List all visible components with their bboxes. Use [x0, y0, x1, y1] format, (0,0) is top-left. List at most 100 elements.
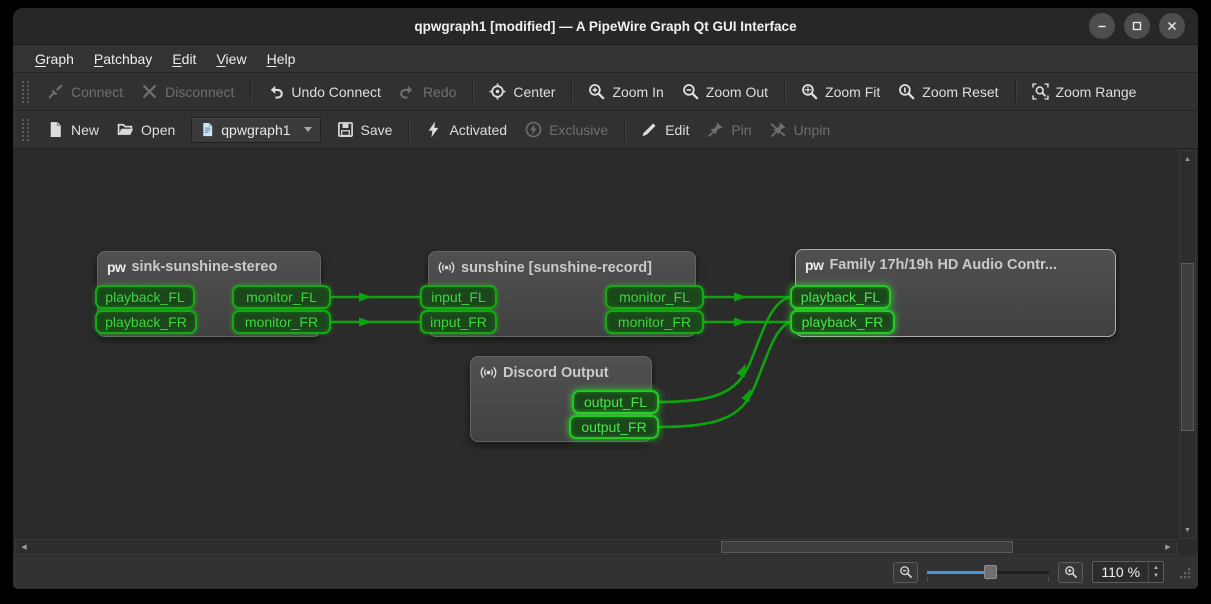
circled-lightning-icon: [525, 121, 542, 138]
open-folder-icon: [117, 121, 134, 138]
pin-icon: [707, 121, 724, 138]
port-sunshine-monitor_FR[interactable]: monitor_FR: [605, 310, 704, 334]
zoom-fit-button[interactable]: Zoom Fit: [792, 77, 889, 106]
new-button[interactable]: New: [38, 115, 108, 144]
connect-icon: [47, 83, 64, 100]
resize-grip[interactable]: [1177, 565, 1192, 580]
pipewire-icon: pw: [107, 259, 125, 275]
port-discord-output_FL[interactable]: output_FL: [572, 390, 659, 414]
toolbar-drag-handle[interactable]: [22, 81, 29, 103]
menu-edit[interactable]: Edit: [162, 47, 206, 71]
zoom-reset-icon: [898, 83, 915, 100]
menu-view[interactable]: View: [206, 47, 256, 71]
connect-button[interactable]: Connect: [38, 77, 132, 106]
session-combobox-value: qpwgraph1: [221, 122, 290, 138]
close-icon: [1167, 21, 1177, 31]
spin-up-icon[interactable]: ▲: [1153, 565, 1159, 571]
redo-button[interactable]: Redo: [390, 77, 465, 106]
statusbar-zoom-in-button[interactable]: [1058, 562, 1083, 583]
pin-button[interactable]: Pin: [698, 115, 760, 144]
port-sink-monitor_FR[interactable]: monitor_FR: [232, 310, 331, 334]
vertical-scrollbar[interactable]: ▲ ▼: [1179, 150, 1196, 539]
menubar: Graph Patchbay Edit View Help: [13, 45, 1198, 73]
horizontal-scrollbar[interactable]: ◀ ▶: [15, 539, 1177, 555]
menu-graph[interactable]: Graph: [25, 47, 84, 71]
zoom-range-button[interactable]: Zoom Range: [1023, 77, 1146, 106]
app-window: qpwgraph1 [modified] — A PipeWire Graph …: [13, 8, 1198, 589]
disconnect-button[interactable]: Disconnect: [132, 77, 243, 106]
screen: qpwgraph1 [modified] — A PipeWire Graph …: [0, 0, 1211, 604]
node-title: Discord Output: [503, 365, 609, 381]
session-combobox[interactable]: qpwgraph1: [191, 117, 320, 143]
statusbar: 110 % ▲ ▼: [13, 556, 1198, 588]
unpin-icon: [770, 121, 787, 138]
node-header: pw Family 17h/19h HD Audio Contr...: [796, 250, 1115, 280]
menu-patchbay[interactable]: Patchbay: [84, 47, 162, 71]
connection-edge[interactable]: [659, 322, 790, 427]
window-controls: [1089, 13, 1185, 39]
pencil-icon: [641, 121, 658, 138]
zoom-out-button[interactable]: Zoom Out: [673, 77, 777, 106]
zoom-slider-handle[interactable]: [984, 565, 997, 579]
graph-canvas[interactable]: pw sink-sunshine-stereo sunshine [sunshi…: [13, 149, 1198, 556]
toolbar-separator: [472, 80, 473, 103]
zoom-spinbox[interactable]: 110 % ▲ ▼: [1092, 561, 1164, 583]
zoom-slider[interactable]: [927, 563, 1049, 581]
activated-button[interactable]: Activated: [416, 115, 516, 144]
zoom-value[interactable]: 110 %: [1093, 562, 1148, 582]
toolbar-separator: [1015, 80, 1016, 103]
port-sunshine-input_FL[interactable]: input_FL: [420, 285, 497, 309]
pipewire-icon: pw: [805, 257, 823, 273]
open-button[interactable]: Open: [108, 115, 184, 144]
scroll-right-button[interactable]: ▶: [1160, 540, 1176, 554]
slider-tick: [1048, 577, 1049, 581]
port-sink-monitor_FL[interactable]: monitor_FL: [232, 285, 331, 309]
connections-layer: [13, 149, 1198, 556]
save-button[interactable]: Save: [328, 115, 402, 144]
scroll-down-button[interactable]: ▼: [1180, 522, 1195, 538]
titlebar[interactable]: qpwgraph1 [modified] — A PipeWire Graph …: [13, 8, 1198, 45]
scroll-left-button[interactable]: ◀: [16, 540, 32, 554]
port-sink-playback_FR[interactable]: playback_FR: [95, 310, 197, 334]
horizontal-scroll-track[interactable]: [32, 540, 1160, 554]
port-sunshine-monitor_FL[interactable]: monitor_FL: [605, 285, 704, 309]
exclusive-button[interactable]: Exclusive: [516, 115, 617, 144]
statusbar-zoom-out-button[interactable]: [893, 562, 918, 583]
zoom-reset-button[interactable]: Zoom Reset: [889, 77, 1007, 106]
port-family-playback_FR[interactable]: playback_FR: [790, 310, 895, 334]
port-discord-output_FR[interactable]: output_FR: [569, 415, 659, 439]
edge-arrow-icon: [734, 318, 747, 327]
minimize-button[interactable]: [1089, 13, 1115, 39]
menu-help[interactable]: Help: [257, 47, 306, 71]
undo-icon: [267, 83, 284, 100]
port-sink-playback_FL[interactable]: playback_FL: [95, 285, 195, 309]
horizontal-scroll-thumb[interactable]: [721, 541, 1013, 553]
maximize-icon: [1132, 21, 1142, 31]
window-title: qpwgraph1 [modified] — A PipeWire Graph …: [414, 19, 796, 34]
vertical-scroll-track[interactable]: [1180, 167, 1195, 522]
port-family-playback_FL[interactable]: playback_FL: [790, 285, 891, 309]
node-header: sunshine [sunshine-record]: [429, 252, 695, 283]
toolbar-drag-handle[interactable]: [22, 119, 29, 141]
toolbar-separator: [571, 80, 572, 103]
maximize-button[interactable]: [1124, 13, 1150, 39]
center-button[interactable]: Center: [480, 77, 564, 106]
vertical-scroll-thumb[interactable]: [1181, 263, 1194, 431]
spin-down-icon[interactable]: ▼: [1153, 573, 1159, 579]
chevron-down-icon: [304, 127, 312, 132]
unpin-button[interactable]: Unpin: [761, 115, 840, 144]
toolbar-main: Connect Disconnect Undo Connect Redo Cen…: [13, 73, 1198, 111]
node-title: Family 17h/19h HD Audio Contr...: [829, 257, 1056, 273]
zoom-in-button[interactable]: Zoom In: [579, 77, 672, 106]
lightning-icon: [425, 121, 442, 138]
new-file-icon: [47, 121, 64, 138]
toolbar-separator: [624, 118, 625, 141]
port-sunshine-input_FR[interactable]: input_FR: [420, 310, 497, 334]
zoom-fit-icon: [801, 83, 818, 100]
undo-connect-button[interactable]: Undo Connect: [258, 77, 390, 106]
redo-icon: [399, 83, 416, 100]
close-button[interactable]: [1159, 13, 1185, 39]
edit-button[interactable]: Edit: [632, 115, 698, 144]
scroll-up-button[interactable]: ▲: [1180, 151, 1195, 167]
save-icon: [337, 121, 354, 138]
